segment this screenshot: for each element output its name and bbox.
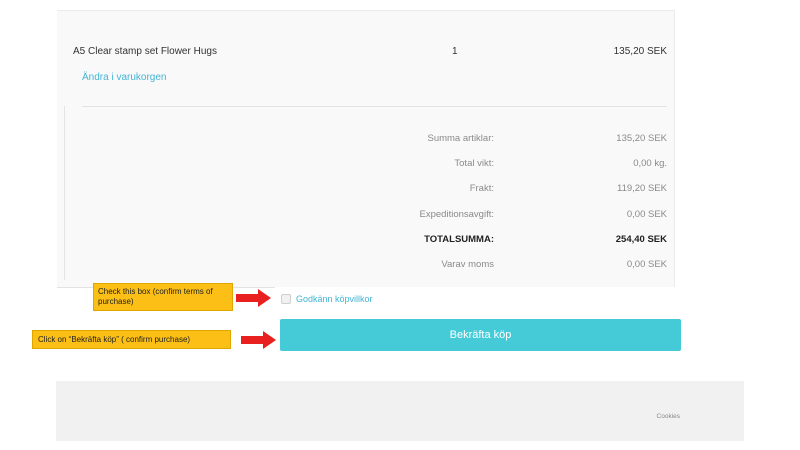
summary-label-weight: Total vikt: [454,158,494,169]
summary-divider [82,106,667,107]
product-price: 135,20 SEK [613,46,667,57]
summary-value-total: 254,40 SEK [615,234,667,245]
cookies-link[interactable]: Cookies [657,413,680,420]
footer [56,381,744,441]
summary-label-subtotal: Summa artiklar: [427,133,494,144]
summary-label-vat: Varav moms [441,259,494,270]
terms-checkbox[interactable] [281,294,291,304]
summary-value-handling-fee: 0,00 SEK [626,209,667,220]
summary-value-shipping: 119,20 SEK [616,183,667,194]
summary-label-handling-fee: Expeditionsavgift: [419,209,494,220]
terms-label[interactable]: Godkänn köpvillkor [296,294,373,304]
summary-value-subtotal: 135,20 SEK [616,133,667,144]
summary-value-weight: 0,00 kg. [633,158,667,169]
checkbox-instruction-callout: Check this box (confirm terms of purchas… [93,283,233,311]
product-name: A5 Clear stamp set Flower Hugs [73,46,217,57]
summary-value-vat: 0,00 SEK [626,259,667,270]
arrow-right-icon [236,289,271,307]
product-quantity: 1 [452,46,458,57]
panel-divider-vertical [64,106,65,280]
confirm-instruction-callout: Click on “Bekräfta köp” ( confirm purcha… [32,330,231,349]
edit-cart-link[interactable]: Ändra i varukorgen [82,72,167,83]
confirm-purchase-button[interactable]: Bekräfta köp [280,319,681,351]
summary-label-shipping: Frakt: [469,183,494,194]
summary-label-total: TOTALSUMMA: [424,234,494,245]
arrow-right-icon [241,331,276,349]
